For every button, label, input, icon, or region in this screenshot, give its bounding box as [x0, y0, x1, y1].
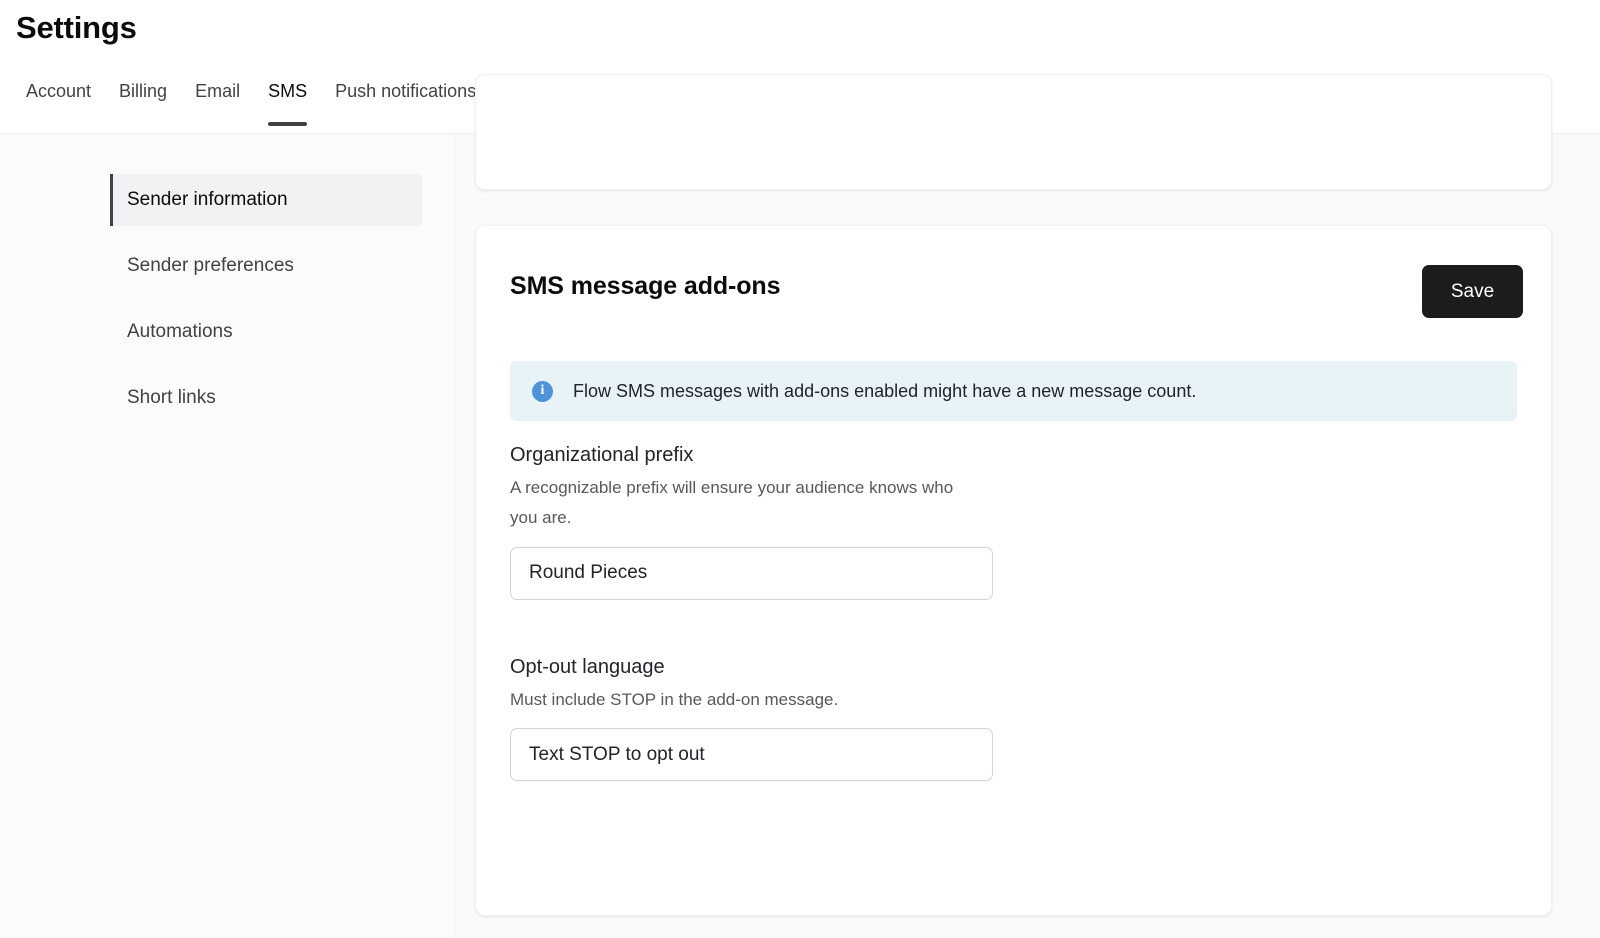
- opt-out-language-label: Opt-out language: [510, 656, 665, 678]
- sidebar-item-label: Sender information: [127, 189, 288, 210]
- tab-account[interactable]: Account: [12, 78, 105, 126]
- sidebar-item-label: Automations: [127, 321, 233, 342]
- settings-sidebar: Sender information Sender preferences Au…: [0, 134, 455, 938]
- tab-email[interactable]: Email: [181, 78, 254, 126]
- opt-out-language-input[interactable]: [510, 728, 993, 782]
- sidebar-item-label: Sender preferences: [127, 255, 294, 276]
- card-title: SMS message add-ons: [510, 272, 781, 300]
- save-button[interactable]: Save: [1422, 265, 1523, 318]
- tab-sms[interactable]: SMS: [254, 78, 321, 126]
- sidebar-item-sender-preferences[interactable]: Sender preferences: [110, 240, 422, 292]
- page-title: Settings: [16, 10, 137, 45]
- tab-billing[interactable]: Billing: [105, 78, 181, 126]
- sidebar-nav: Sender information Sender preferences Au…: [110, 174, 422, 438]
- info-banner-text: Flow SMS messages with add-ons enabled m…: [573, 380, 1197, 401]
- info-circle-icon: i: [532, 380, 553, 402]
- settings-page: Settings Account Billing Email SMS Push …: [0, 0, 1600, 938]
- tab-push-notifications[interactable]: Push notifications: [321, 78, 490, 126]
- organizational-prefix-label: Organizational prefix: [510, 444, 694, 466]
- organizational-prefix-field-group: Organizational prefix A recognizable pre…: [510, 444, 1110, 600]
- settings-body: Sender information Sender preferences Au…: [0, 74, 1600, 938]
- card-header: SMS message add-ons Save: [476, 226, 1551, 346]
- opt-out-language-field-group: Opt-out language Must include STOP in th…: [510, 656, 1110, 782]
- sidebar-item-short-links[interactable]: Short links: [110, 372, 422, 424]
- sidebar-item-label: Short links: [127, 387, 216, 408]
- info-banner: i Flow SMS messages with add-ons enabled…: [510, 361, 1517, 421]
- organizational-prefix-input[interactable]: [510, 546, 993, 600]
- sidebar-item-automations[interactable]: Automations: [110, 306, 422, 358]
- previous-settings-card: [475, 74, 1552, 190]
- sidebar-item-sender-information[interactable]: Sender information: [110, 174, 422, 226]
- organizational-prefix-help: A recognizable prefix will ensure your a…: [510, 478, 954, 528]
- opt-out-language-help: Must include STOP in the add-on message.: [510, 690, 839, 709]
- settings-content: SMS message add-ons Save i Flow SMS mess…: [455, 74, 1600, 938]
- sms-message-addons-card: SMS message add-ons Save i Flow SMS mess…: [475, 225, 1552, 916]
